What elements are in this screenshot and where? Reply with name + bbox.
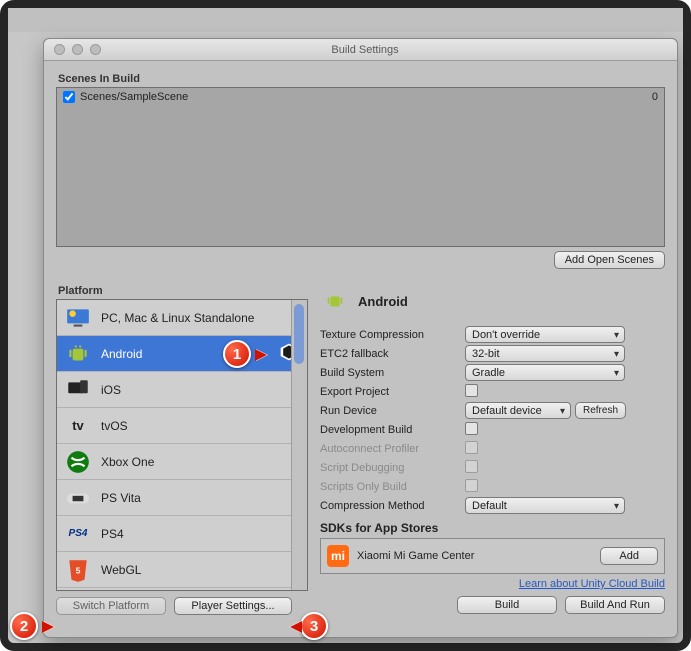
platform-item-xboxone[interactable]: Xbox One bbox=[57, 444, 307, 480]
script-debugging-checkbox bbox=[465, 460, 478, 473]
etc2-label: ETC2 fallback bbox=[320, 348, 465, 360]
chevron-down-icon: ▾ bbox=[560, 406, 565, 417]
platform-item-psvita[interactable]: PS Vita bbox=[57, 480, 307, 516]
scene-row[interactable]: Scenes/SampleScene 0 bbox=[57, 88, 664, 106]
xbox-icon bbox=[65, 449, 91, 475]
zoom-icon[interactable] bbox=[90, 44, 101, 55]
platform-details: Android Texture CompressionDon't overrid… bbox=[320, 283, 665, 615]
scene-checkbox[interactable] bbox=[63, 91, 75, 103]
chevron-down-icon: ▾ bbox=[614, 501, 619, 512]
chevron-down-icon: ▾ bbox=[614, 368, 619, 379]
build-and-run-button[interactable]: Build And Run bbox=[565, 596, 665, 614]
autoconnect-profiler-label: Autoconnect Profiler bbox=[320, 443, 465, 455]
platform-list[interactable]: PC, Mac & Linux Standalone Android iOS bbox=[56, 299, 308, 591]
scenes-header: Scenes In Build bbox=[58, 73, 665, 85]
export-project-label: Export Project bbox=[320, 386, 465, 398]
scene-index: 0 bbox=[652, 91, 658, 103]
refresh-button[interactable]: Refresh bbox=[575, 402, 626, 419]
scrollbar-thumb[interactable] bbox=[294, 304, 304, 364]
sdk-add-button[interactable]: Add bbox=[600, 547, 658, 565]
dev-build-checkbox[interactable] bbox=[465, 422, 478, 435]
background-strip bbox=[8, 8, 683, 32]
platform-label: tvOS bbox=[101, 419, 128, 433]
screenshot-frame: Build Settings Scenes In Build Scenes/Sa… bbox=[0, 0, 691, 651]
close-icon[interactable] bbox=[54, 44, 65, 55]
sdk-store-name: Xiaomi Mi Game Center bbox=[357, 550, 474, 562]
tvos-icon: tv bbox=[65, 413, 91, 439]
sdk-box: mi Xiaomi Mi Game Center Add bbox=[320, 538, 665, 574]
platform-item-standalone[interactable]: PC, Mac & Linux Standalone bbox=[57, 300, 307, 336]
run-device-label: Run Device bbox=[320, 405, 465, 417]
platform-label: iOS bbox=[101, 383, 121, 397]
scene-path: Scenes/SampleScene bbox=[80, 91, 188, 103]
compression-method-label: Compression Method bbox=[320, 500, 465, 512]
build-system-label: Build System bbox=[320, 367, 465, 379]
scenes-list[interactable]: Scenes/SampleScene 0 bbox=[56, 87, 665, 247]
traffic-lights bbox=[44, 44, 101, 55]
titlebar[interactable]: Build Settings bbox=[44, 39, 677, 61]
window-title: Build Settings bbox=[101, 44, 677, 56]
webgl-icon: 5 bbox=[65, 557, 91, 583]
platform-scrollbar[interactable] bbox=[291, 300, 307, 590]
platform-label: PC, Mac & Linux Standalone bbox=[101, 311, 254, 325]
scripts-only-label: Scripts Only Build bbox=[320, 481, 465, 493]
texture-compression-select[interactable]: Don't override▾ bbox=[465, 326, 625, 343]
xiaomi-icon: mi bbox=[327, 545, 349, 567]
platform-label: Android bbox=[101, 347, 142, 361]
platform-item-ios[interactable]: iOS bbox=[57, 372, 307, 408]
autoconnect-profiler-checkbox bbox=[465, 441, 478, 454]
platform-label: Xbox One bbox=[101, 455, 154, 469]
texture-compression-label: Texture Compression bbox=[320, 329, 465, 341]
platform-item-tvos[interactable]: tv tvOS bbox=[57, 408, 307, 444]
switch-platform-button[interactable]: Switch Platform bbox=[56, 597, 166, 615]
svg-text:5: 5 bbox=[76, 565, 81, 575]
build-settings-window: Build Settings Scenes In Build Scenes/Sa… bbox=[43, 38, 678, 638]
platform-item-webgl[interactable]: 5 WebGL bbox=[57, 552, 307, 588]
export-project-checkbox[interactable] bbox=[465, 384, 478, 397]
selected-platform-title: Android bbox=[358, 294, 408, 309]
build-system-select[interactable]: Gradle▾ bbox=[465, 364, 625, 381]
ps4-icon: PS4 bbox=[65, 521, 91, 547]
callout-3: 3 bbox=[300, 612, 334, 646]
dev-build-label: Development Build bbox=[320, 424, 465, 436]
platform-item-android[interactable]: Android bbox=[57, 336, 307, 372]
ios-icon bbox=[65, 377, 91, 403]
etc2-select[interactable]: 32-bit▾ bbox=[465, 345, 625, 362]
compression-method-select[interactable]: Default▾ bbox=[465, 497, 625, 514]
chevron-down-icon: ▾ bbox=[614, 349, 619, 360]
scripts-only-checkbox bbox=[465, 479, 478, 492]
add-open-scenes-button[interactable]: Add Open Scenes bbox=[554, 251, 665, 269]
callout-1: 1 bbox=[223, 340, 257, 374]
platform-label: PS4 bbox=[101, 527, 124, 541]
sdk-header: SDKs for App Stores bbox=[320, 521, 665, 535]
android-icon bbox=[65, 341, 91, 367]
platform-label: PS Vita bbox=[101, 491, 141, 505]
chevron-down-icon: ▾ bbox=[614, 330, 619, 341]
callout-2: 2 bbox=[10, 612, 44, 646]
desktop-icon bbox=[65, 305, 91, 331]
minimize-icon[interactable] bbox=[72, 44, 83, 55]
platform-header: Platform bbox=[58, 285, 308, 297]
cloud-build-link[interactable]: Learn about Unity Cloud Build bbox=[519, 578, 665, 590]
script-debugging-label: Script Debugging bbox=[320, 462, 465, 474]
android-icon bbox=[322, 288, 348, 314]
platform-item-ps4[interactable]: PS4 PS4 bbox=[57, 516, 307, 552]
run-device-select[interactable]: Default device▾ bbox=[465, 402, 571, 419]
build-button[interactable]: Build bbox=[457, 596, 557, 614]
platform-label: WebGL bbox=[101, 563, 141, 577]
psvita-icon bbox=[65, 485, 91, 511]
player-settings-button[interactable]: Player Settings... bbox=[174, 597, 292, 615]
window-body: Scenes In Build Scenes/SampleScene 0 Add… bbox=[44, 61, 677, 627]
